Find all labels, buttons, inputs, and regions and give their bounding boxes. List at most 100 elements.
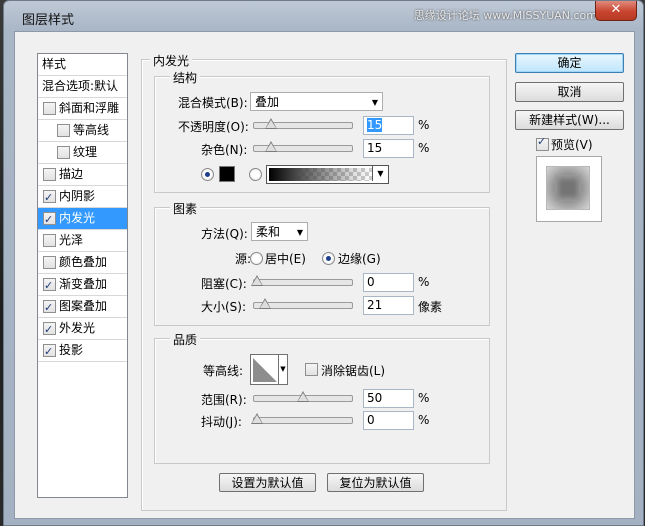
jitter-value: 0: [367, 413, 375, 427]
style-item-checkbox[interactable]: [43, 297, 56, 318]
make-default-button[interactable]: 设置为默认值: [219, 473, 316, 492]
cancel-button[interactable]: 取消: [515, 82, 624, 102]
style-item[interactable]: 斜面和浮雕: [38, 98, 127, 120]
layer-style-dialog: 图层样式 思缘设计论坛 www.MISSYUAN.com ✕ 样式 混合选项:默…: [3, 0, 644, 526]
style-item-checkbox[interactable]: [43, 341, 56, 362]
style-item[interactable]: 内发光: [38, 208, 127, 230]
styles-header[interactable]: 样式: [38, 54, 127, 76]
source-edge-label[interactable]: 边缘(G): [338, 250, 381, 267]
noise-field[interactable]: 15: [363, 139, 414, 158]
noise-slider-thumb[interactable]: [264, 141, 277, 152]
elements-group: 图素 方法(Q): 柔和 ▼ 源: 居中(E) 边缘(G) 阻塞(C): 0 %…: [154, 200, 490, 326]
range-label: 范围(R):: [201, 393, 247, 407]
style-item-checkbox[interactable]: [43, 102, 56, 115]
anti-alias-label[interactable]: 消除锯齿(L): [321, 362, 385, 379]
window-title: 图层样式: [22, 13, 75, 28]
style-item-checkbox[interactable]: [43, 256, 56, 269]
solid-color-radio[interactable]: [201, 168, 214, 181]
range-slider-thumb[interactable]: [297, 391, 309, 402]
jitter-field[interactable]: 0: [363, 411, 414, 430]
style-item-label: 等高线: [73, 123, 110, 137]
new-style-button[interactable]: 新建样式(W)...: [515, 110, 624, 130]
size-slider-thumb[interactable]: [258, 298, 271, 309]
style-item[interactable]: 外发光: [38, 318, 127, 340]
opacity-field[interactable]: 15: [363, 116, 414, 135]
style-item[interactable]: 颜色叠加: [38, 252, 127, 274]
style-item-checkbox[interactable]: [43, 209, 56, 230]
structure-title: 结构: [170, 69, 201, 86]
style-item-checkbox[interactable]: [57, 146, 70, 159]
quality-title: 品质: [170, 331, 201, 348]
noise-value: 15: [367, 141, 383, 155]
anti-alias-checkbox[interactable]: [305, 363, 318, 376]
choke-unit: %: [418, 275, 430, 289]
inner-glow-panel: 内发光 结构 混合模式(B): 叠加 ▼ 不透明度(O): 15 % 杂色(N)…: [141, 52, 507, 511]
style-item-checkbox[interactable]: [43, 187, 56, 208]
size-slider[interactable]: [253, 298, 353, 309]
structure-group: 结构 混合模式(B): 叠加 ▼ 不透明度(O): 15 % 杂色(N): 15…: [154, 69, 490, 193]
blend-options-label: 混合选项:默认: [42, 79, 119, 93]
choke-field[interactable]: 0: [363, 273, 414, 292]
source-label: 源:: [235, 252, 252, 266]
contour-curve-icon: [253, 358, 277, 382]
quality-group: 品质 等高线: ▼ 消除锯齿(L) 范围(R): 50 % 抖动(J): 0 %: [154, 331, 490, 464]
style-item-checkbox[interactable]: [43, 168, 56, 181]
chevron-down-icon[interactable]: ▼: [372, 166, 388, 181]
gradient-picker[interactable]: ▼: [266, 165, 389, 184]
title-bar: 图层样式 思缘设计论坛 www.MISSYUAN.com ✕: [4, 1, 643, 35]
styles-header-label: 样式: [42, 57, 67, 71]
opacity-slider-thumb[interactable]: [264, 118, 277, 129]
size-value: 21: [367, 298, 383, 312]
close-icon: ✕: [610, 2, 622, 17]
gradient-radio[interactable]: [249, 168, 262, 181]
size-field[interactable]: 21: [363, 296, 414, 315]
style-item[interactable]: 图案叠加: [38, 296, 127, 318]
source-center-radio[interactable]: [250, 252, 263, 265]
style-item-label: 渐变叠加: [59, 277, 108, 291]
range-field[interactable]: 50: [363, 389, 414, 408]
style-item[interactable]: 内阴影: [38, 186, 127, 208]
style-item[interactable]: 等高线: [38, 120, 127, 142]
style-item-checkbox[interactable]: [43, 275, 56, 296]
style-item[interactable]: 描边: [38, 164, 127, 186]
style-item[interactable]: 渐变叠加: [38, 274, 127, 296]
jitter-unit: %: [418, 413, 430, 427]
style-item-checkbox[interactable]: [57, 124, 70, 137]
reset-default-button[interactable]: 复位为默认值: [327, 473, 424, 492]
source-center-label[interactable]: 居中(E): [265, 250, 306, 267]
noise-unit: %: [418, 141, 430, 155]
preview-checkbox[interactable]: [536, 135, 549, 151]
choke-slider-thumb[interactable]: [251, 275, 263, 286]
range-slider[interactable]: [253, 391, 353, 402]
technique-select[interactable]: 柔和 ▼: [251, 222, 308, 241]
jitter-slider-thumb[interactable]: [251, 413, 263, 424]
preview-label[interactable]: 预览(V): [551, 136, 593, 153]
ok-button[interactable]: 确定: [515, 53, 624, 73]
opacity-value: 15: [367, 118, 383, 132]
styles-list: 样式 混合选项:默认 斜面和浮雕等高线纹理描边内阴影内发光光泽颜色叠加渐变叠加图…: [37, 53, 128, 498]
dialog-body: 样式 混合选项:默认 斜面和浮雕等高线纹理描边内阴影内发光光泽颜色叠加渐变叠加图…: [14, 31, 635, 519]
close-button[interactable]: ✕: [595, 1, 637, 21]
choke-slider[interactable]: [251, 275, 353, 286]
style-item[interactable]: 纹理: [38, 142, 127, 164]
style-item[interactable]: 光泽: [38, 230, 127, 252]
contour-picker[interactable]: ▼: [250, 354, 288, 385]
style-item-checkbox[interactable]: [43, 319, 56, 340]
opacity-unit: %: [418, 118, 430, 132]
opacity-label: 不透明度(O):: [178, 120, 249, 134]
style-item-label: 外发光: [59, 321, 96, 335]
glow-color-swatch[interactable]: [219, 166, 235, 182]
source-edge-radio[interactable]: [322, 252, 335, 265]
choke-label: 阻塞(C):: [201, 277, 247, 291]
blend-options-item[interactable]: 混合选项:默认: [38, 76, 127, 98]
opacity-slider[interactable]: [253, 118, 353, 129]
blend-mode-select[interactable]: 叠加 ▼: [250, 92, 383, 111]
jitter-slider[interactable]: [251, 413, 353, 424]
chevron-down-icon: ▼: [296, 228, 303, 237]
watermark-text: 思缘设计论坛 www.MISSYUAN.com: [413, 9, 597, 22]
style-item-checkbox[interactable]: [43, 234, 56, 247]
style-item[interactable]: 投影: [38, 340, 127, 362]
noise-slider[interactable]: [253, 141, 353, 152]
gradient-preview: [269, 168, 372, 181]
chevron-down-icon[interactable]: ▼: [278, 355, 287, 384]
